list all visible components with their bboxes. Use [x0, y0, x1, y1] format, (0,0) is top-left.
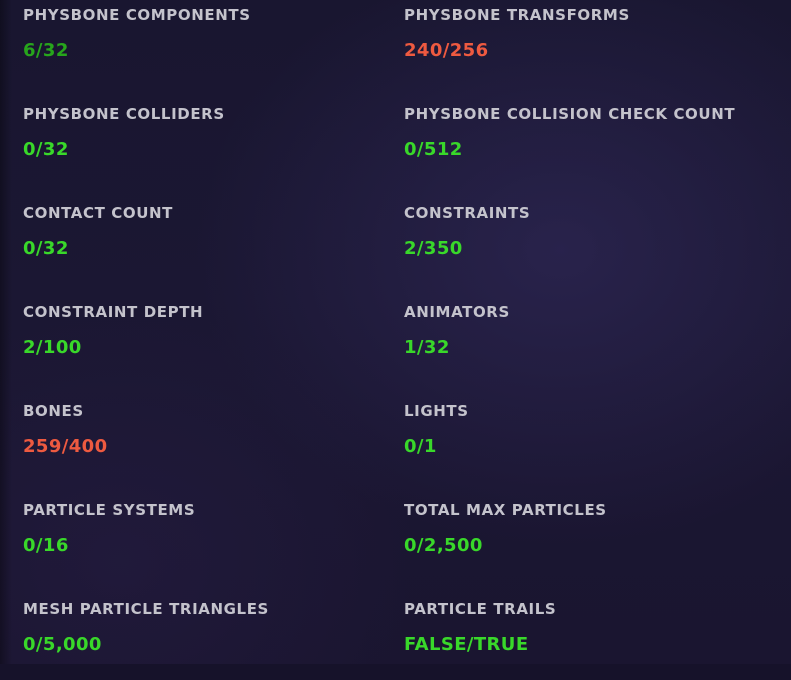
- stat-label: PHYSBONE COMPONENTS: [23, 6, 251, 24]
- stat-label: LIGHTS: [404, 402, 469, 420]
- stat-value: 1/32: [404, 337, 450, 358]
- stat-contact-count: CONTACT COUNT 0/32: [23, 204, 383, 284]
- stat-value: 2/350: [404, 238, 463, 259]
- stat-value: 0/2,500: [404, 535, 483, 556]
- stat-value: 6/32: [23, 40, 69, 61]
- stat-value: 0/32: [23, 238, 69, 259]
- stat-physbone-colliders: PHYSBONE COLLIDERS 0/32: [23, 105, 383, 185]
- stat-value: 0/1: [404, 436, 437, 457]
- stat-value: 0/16: [23, 535, 69, 556]
- stat-physbone-components: PHYSBONE COMPONENTS 6/32: [23, 6, 383, 86]
- stat-total-max-particles: TOTAL MAX PARTICLES 0/2,500: [404, 501, 764, 581]
- stat-value: 240/256: [404, 40, 489, 61]
- stat-label: TOTAL MAX PARTICLES: [404, 501, 607, 519]
- stat-value: 0/5,000: [23, 634, 102, 655]
- stat-particle-systems: PARTICLE SYSTEMS 0/16: [23, 501, 383, 581]
- stat-physbone-collision-check-count: PHYSBONE COLLISION CHECK COUNT 0/512: [404, 105, 764, 185]
- stat-label: PARTICLE TRAILS: [404, 600, 557, 618]
- stat-label: BONES: [23, 402, 84, 420]
- stat-mesh-particle-triangles: MESH PARTICLE TRIANGLES 0/5,000: [23, 600, 383, 680]
- stat-constraint-depth: CONSTRAINT DEPTH 2/100: [23, 303, 383, 383]
- stat-label: CONSTRAINTS: [404, 204, 531, 222]
- performance-stats-panel: PHYSBONE COMPONENTS 6/32 PHYSBONE TRANSF…: [0, 0, 791, 664]
- stat-value: 2/100: [23, 337, 82, 358]
- stat-label: PHYSBONE TRANSFORMS: [404, 6, 630, 24]
- stat-label: ANIMATORS: [404, 303, 510, 321]
- stat-bones: BONES 259/400: [23, 402, 383, 482]
- stat-label: CONTACT COUNT: [23, 204, 173, 222]
- stat-constraints: CONSTRAINTS 2/350: [404, 204, 764, 284]
- stat-label: PARTICLE SYSTEMS: [23, 501, 196, 519]
- stat-animators: ANIMATORS 1/32: [404, 303, 764, 383]
- stat-label: PHYSBONE COLLIDERS: [23, 105, 225, 123]
- stat-value: 0/512: [404, 139, 463, 160]
- stat-label: CONSTRAINT DEPTH: [23, 303, 204, 321]
- stat-value: 259/400: [23, 436, 108, 457]
- stat-particle-trails: PARTICLE TRAILS FALSE/TRUE: [404, 600, 764, 680]
- panel-edge-shadow: [0, 0, 12, 664]
- stat-label: PHYSBONE COLLISION CHECK COUNT: [404, 105, 736, 123]
- stat-value: 0/32: [23, 139, 69, 160]
- stat-label: MESH PARTICLE TRIANGLES: [23, 600, 269, 618]
- stat-value: FALSE/TRUE: [404, 634, 529, 655]
- stat-lights: LIGHTS 0/1: [404, 402, 764, 482]
- stat-physbone-transforms: PHYSBONE TRANSFORMS 240/256: [404, 6, 764, 86]
